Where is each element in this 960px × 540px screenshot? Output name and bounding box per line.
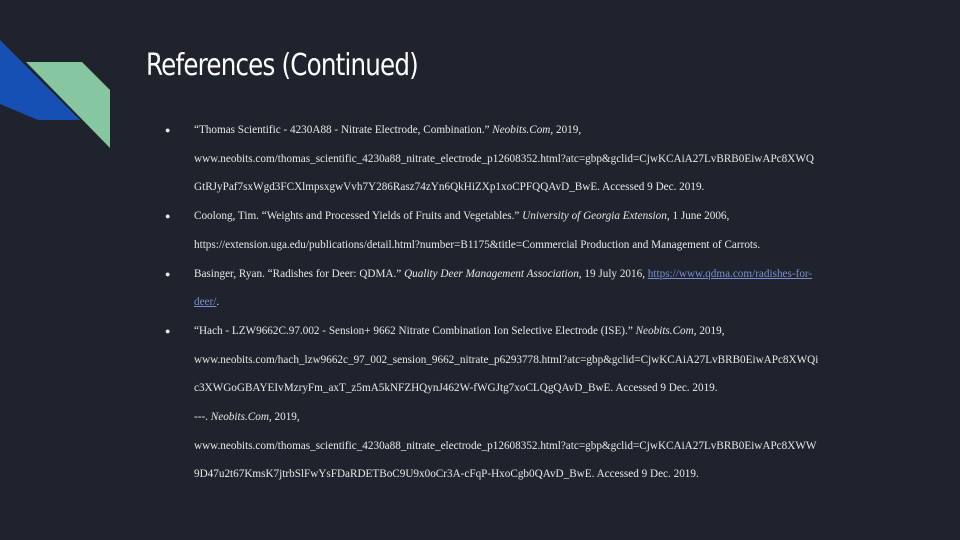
- reference-item: ● Basinger, Ryan. “Radishes for Deer: QD…: [165, 260, 885, 317]
- reference-line: deer/.: [194, 288, 885, 317]
- reference-line: Coolong, Tim. “Weights and Processed Yie…: [194, 202, 885, 231]
- reference-url-line: www.neobits.com/hach_lzw9662c_97_002_sen…: [194, 353, 819, 366]
- reference-url-line: https://extension.uga.edu/publications/d…: [194, 238, 761, 251]
- corner-decoration: [0, 40, 110, 148]
- reference-line: ---. Neobits.Com, 2019,: [194, 403, 885, 432]
- reference-item: ● “Hach - LZW9662C.97.002 - Sension+ 966…: [165, 317, 885, 489]
- reference-line: “Hach - LZW9662C.97.002 - Sension+ 9662 …: [194, 317, 885, 346]
- reference-url-line: 9D47u2t67KmsK7jtrbSlFwYsFDaRDETBoC9U9x0o…: [194, 468, 699, 481]
- reference-text: ---.: [194, 411, 208, 424]
- reference-link[interactable]: https://www.qdma.com/radishes-for-: [648, 268, 812, 280]
- slide-title: References (Continued): [146, 48, 419, 83]
- reference-text: Coolong, Tim. “Weights and Processed Yie…: [194, 210, 520, 223]
- bullet-icon: ●: [165, 325, 171, 336]
- reference-text: , 2019,: [550, 124, 582, 136]
- reference-url-line: www.neobits.com/thomas_scientific_4230a8…: [194, 152, 814, 165]
- reference-link[interactable]: deer/: [194, 296, 216, 308]
- reference-line: “Thomas Scientific - 4230A88 - Nitrate E…: [194, 116, 885, 145]
- reference-text: , 1 June 2006,: [666, 210, 730, 223]
- reference-text: “Thomas Scientific - 4230A88 - Nitrate E…: [194, 124, 490, 136]
- publication-name: Quality Deer Management Association: [404, 267, 579, 280]
- bullet-icon: ●: [165, 125, 171, 135]
- publication-name: Neobits.Com: [635, 324, 694, 337]
- reference-text: , 19 July 2016,: [578, 267, 645, 280]
- reference-url-line: c3XWGoGBAYEIvMzryFm_axT_z5mA5kNFZHQynJ46…: [194, 382, 718, 395]
- bullet-icon: ●: [165, 211, 171, 222]
- bullet-icon: ●: [165, 268, 171, 279]
- reference-list: ● “Thomas Scientific - 4230A88 - Nitrate…: [165, 116, 885, 489]
- reference-text: , 2019,: [268, 411, 300, 424]
- reference-item: ● Coolong, Tim. “Weights and Processed Y…: [165, 202, 885, 259]
- reference-text: .: [216, 296, 220, 309]
- reference-line: Basinger, Ryan. “Radishes for Deer: QDMA…: [194, 260, 885, 289]
- reference-text: , 2019,: [693, 324, 725, 337]
- reference-item: ● “Thomas Scientific - 4230A88 - Nitrate…: [165, 116, 885, 202]
- publication-name: Neobits.Com: [210, 411, 269, 424]
- publication-name: University of Georgia Extension: [522, 210, 667, 223]
- reference-url-line: GtRJyPaf7sxWgd3FCXlmpsxgwVvh7Y286Rasz74z…: [194, 181, 705, 194]
- reference-text: “Hach - LZW9662C.97.002 - Sension+ 9662 …: [194, 324, 633, 337]
- reference-text: Basinger, Ryan. “Radishes for Deer: QDMA…: [194, 267, 402, 280]
- slide: References (Continued) ● “Thomas Scienti…: [0, 0, 960, 540]
- publication-name: Neobits.Com: [492, 124, 551, 136]
- reference-url-line: www.neobits.com/thomas_scientific_4230a8…: [194, 439, 817, 452]
